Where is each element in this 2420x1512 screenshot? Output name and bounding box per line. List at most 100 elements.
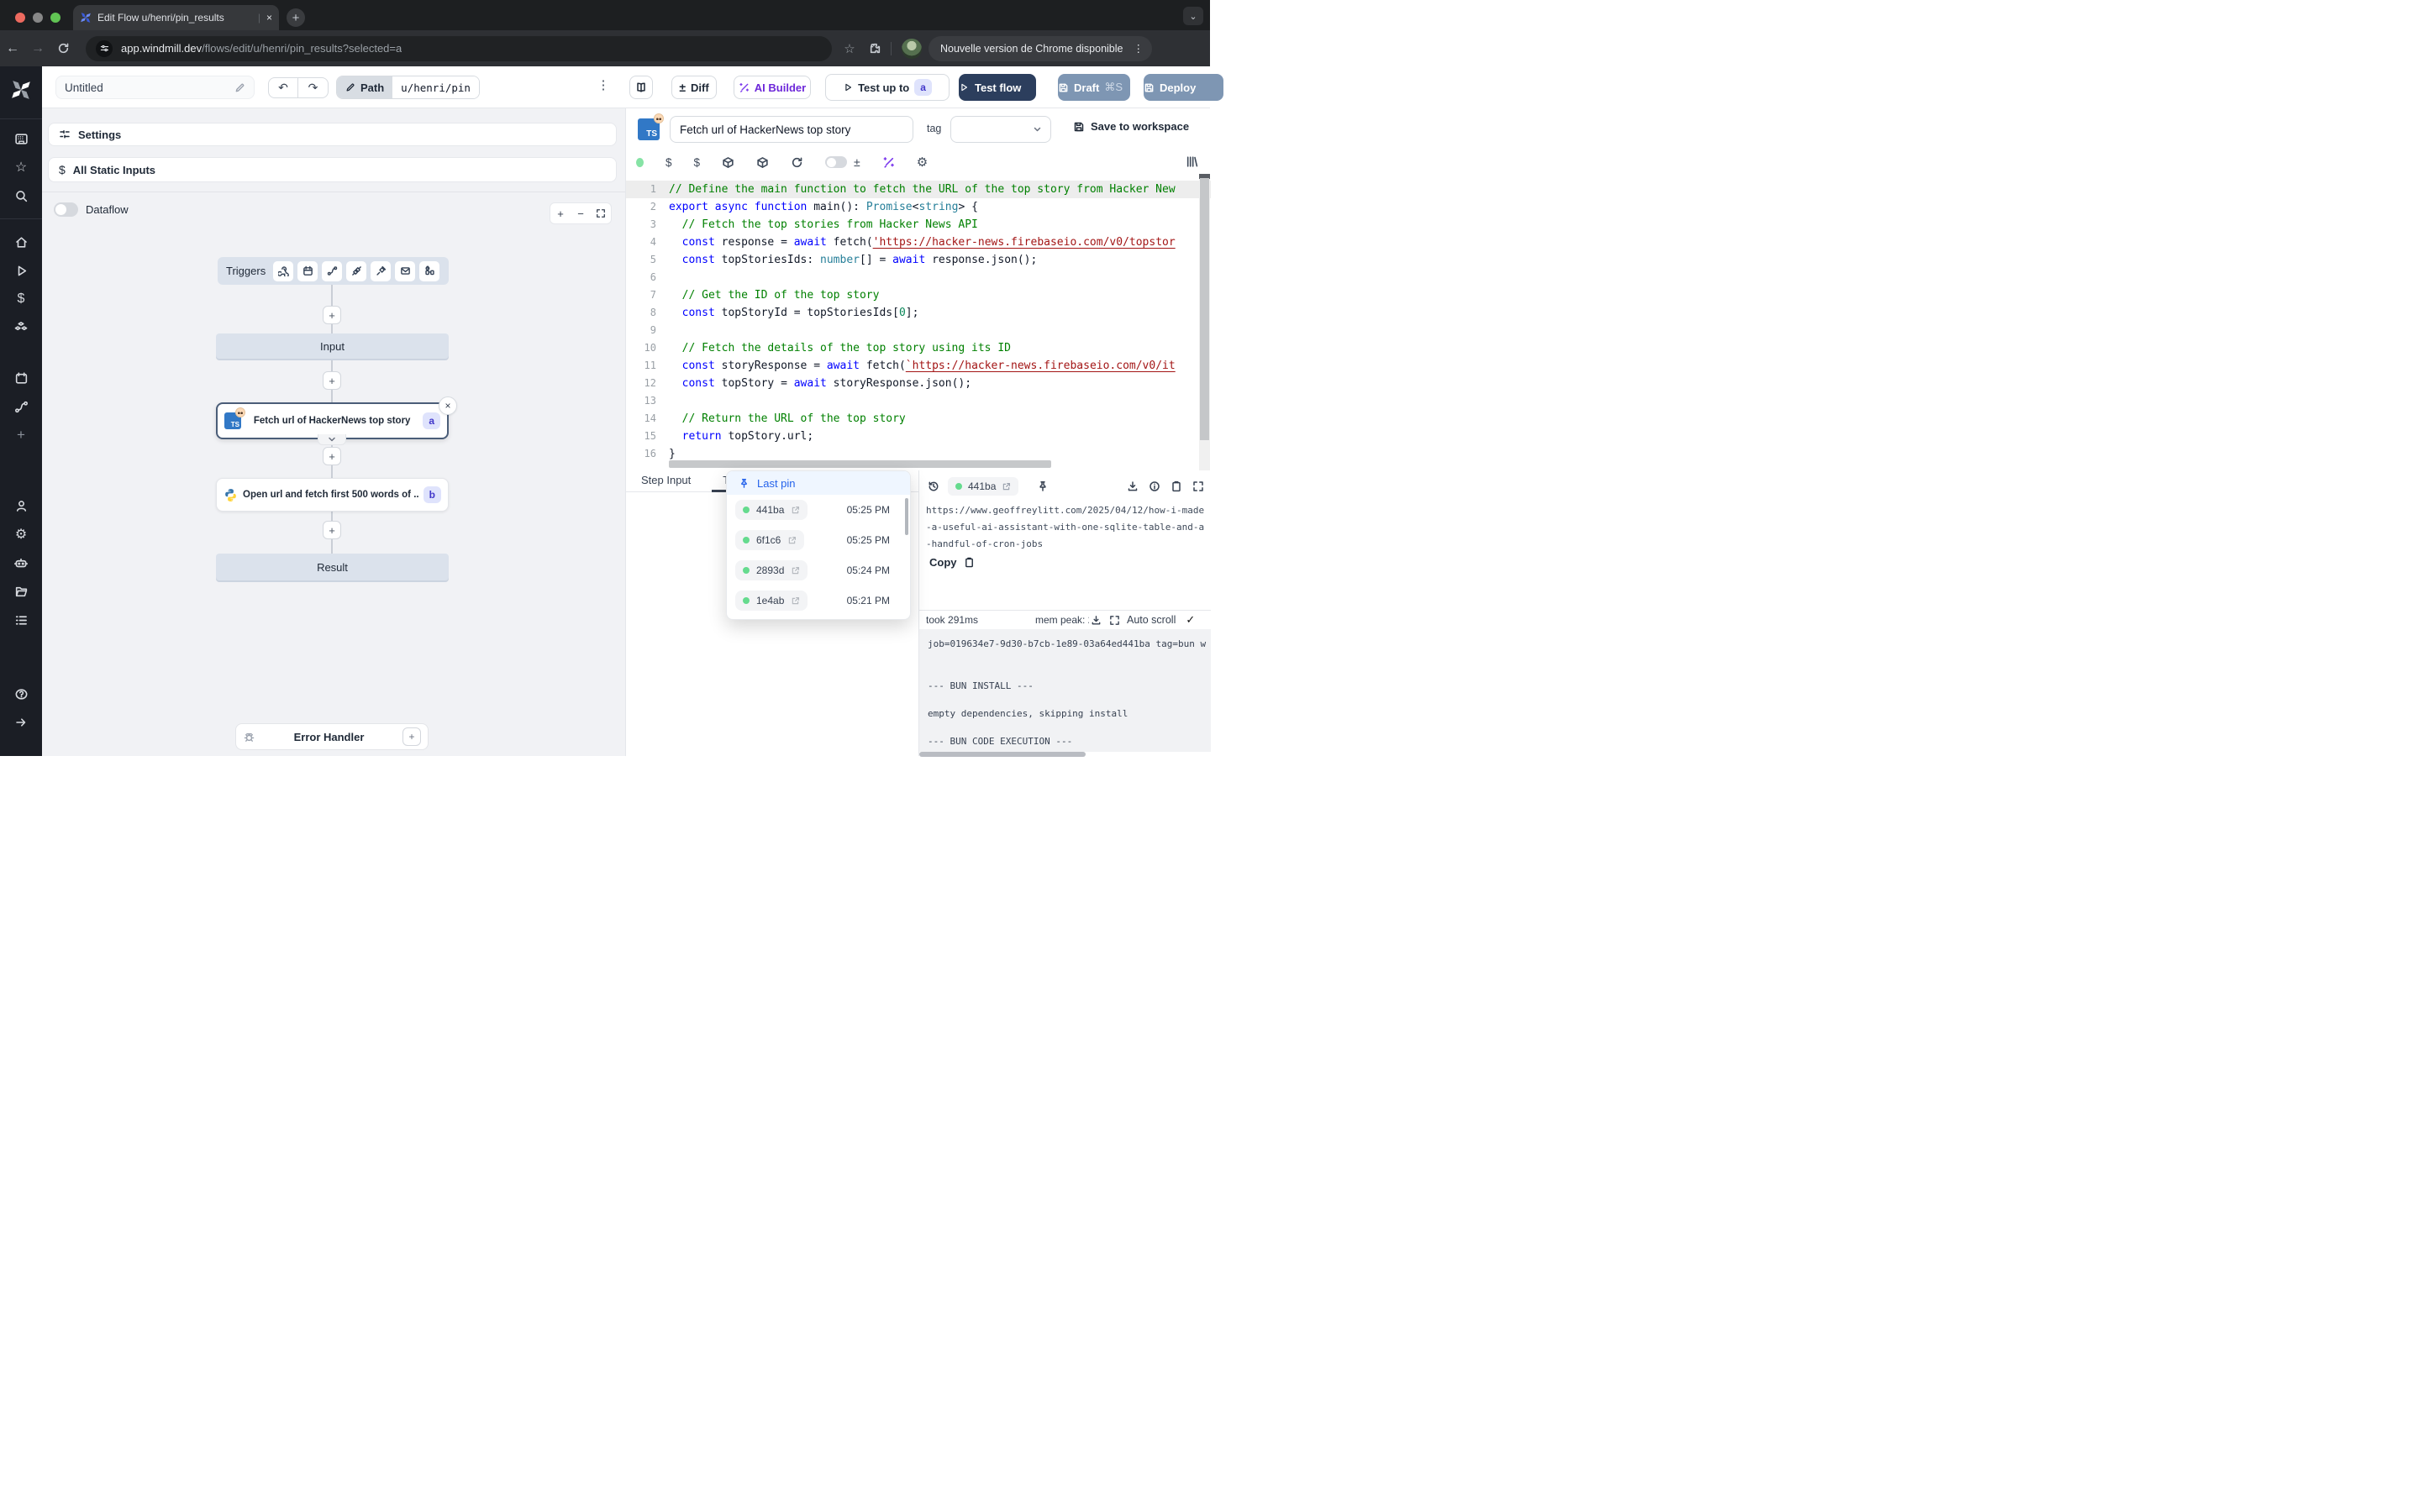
reload-icon[interactable] [50,42,76,55]
sidebar-item-workers[interactable] [0,549,42,577]
add-error-handler-button[interactable]: + [402,727,421,746]
last-pin-option[interactable]: Last pin [727,471,910,495]
expand-log-icon[interactable] [1109,615,1120,626]
step-a-expand-chevron-icon[interactable] [318,434,346,445]
step-title-input[interactable]: Fetch url of HackerNews top story [670,116,913,143]
path-control[interactable]: Path u/henri/pin [336,76,480,99]
new-tab-button[interactable]: + [287,8,305,27]
sidebar-item-folders[interactable] [0,577,42,606]
tab-close-icon[interactable]: × [266,12,272,24]
pin-history-item[interactable]: 2893d05:24 PM [727,555,910,585]
flow-settings-row[interactable]: Settings [48,123,617,146]
sidebar-item-user[interactable] [0,491,42,520]
trigger-plug-zap-icon[interactable] [371,261,391,281]
sidebar-item-home[interactable] [0,228,42,256]
code-editor[interactable]: 1// Define the main function to fetch th… [626,174,1211,470]
site-settings-icon[interactable] [96,40,113,57]
undo-button[interactable]: ↶ [269,78,298,97]
external-link-icon[interactable] [787,536,797,545]
result-url-value[interactable]: https://www.geoffreylitt.com/2025/04/12/… [926,502,1205,553]
deploy-button[interactable]: Deploy [1144,74,1223,101]
pin-history-item[interactable]: 441ba05:25 PM [727,495,910,525]
download-log-icon[interactable] [1091,615,1102,626]
test-flow-button[interactable]: Test flow [959,74,1036,101]
tag-select[interactable] [950,116,1051,143]
back-icon[interactable]: ← [0,41,25,56]
ai-assistant-wand-icon[interactable] [882,156,895,169]
copy-result-button[interactable]: Copy [929,556,975,569]
external-link-icon[interactable] [791,506,800,515]
fit-view-button[interactable] [591,208,611,218]
result-node[interactable]: Result [216,554,449,580]
add-step-button[interactable]: + [323,447,341,465]
sidebar-item-search[interactable] [0,181,42,210]
profile-avatar[interactable] [902,39,922,59]
traffic-light-minimize[interactable] [33,13,43,23]
chrome-update-button[interactable]: Nouvelle version de Chrome disponible ⋮ [929,36,1152,61]
ai-builder-button[interactable]: AI Builder [734,76,811,99]
external-link-icon[interactable] [791,566,800,575]
auto-scroll-check-icon[interactable]: ✓ [1186,613,1195,627]
sidebar-item-favorites[interactable]: ☆ [0,153,42,181]
code-line[interactable]: 14 // Return the URL of the top story [626,410,1211,428]
run-id-pill[interactable]: 441ba [948,477,1018,496]
more-options-kebab-icon[interactable]: ⋮ [595,77,612,92]
chrome-menu-kebab-icon[interactable]: ⋮ [1129,42,1147,55]
editor-vertical-scrollbar[interactable] [1199,174,1210,470]
step-b-node[interactable]: Open url and fetch first 500 words of ..… [216,478,449,512]
forward-icon[interactable]: → [25,41,50,56]
sidebar-item-runs[interactable] [0,256,42,285]
sidebar-item-variables[interactable]: $ [0,285,42,313]
docs-book-button[interactable] [629,76,653,99]
expand-icon[interactable] [1192,480,1204,492]
flow-name-input[interactable]: Untitled [55,76,255,99]
resources-dollar-icon[interactable]: $ [694,156,701,169]
sidebar-item-apps[interactable] [0,124,42,153]
log-horizontal-scrollbar[interactable] [919,752,1086,757]
scrollbar-thumb[interactable] [1200,178,1209,440]
extensions-icon[interactable] [862,42,887,55]
pin-icon[interactable] [1037,480,1049,492]
remove-step-button[interactable]: × [439,396,457,415]
traffic-light-close[interactable] [15,13,25,23]
trigger-poll-watch-icon[interactable] [419,261,439,281]
sidebar-item-routes[interactable] [0,392,42,421]
trigger-schedule-icon[interactable] [297,261,318,281]
trigger-unplug-icon[interactable] [346,261,366,281]
code-line[interactable]: 15 return topStory.url; [626,428,1211,445]
trigger-route-icon[interactable] [322,261,342,281]
code-line[interactable]: 9 [626,322,1211,339]
pin-history-item[interactable]: 1e4ab05:21 PM [727,585,910,616]
dropdown-scrollbar[interactable] [905,498,908,535]
sidebar-item-help[interactable] [0,680,42,708]
info-icon[interactable] [1149,480,1160,492]
clipboard-icon[interactable] [1171,480,1182,492]
add-step-button[interactable]: + [323,521,341,539]
zoom-out-button[interactable]: − [571,207,591,220]
add-step-button[interactable]: + [323,306,341,324]
code-line[interactable]: 6 [626,269,1211,286]
sidebar-item-add[interactable]: + [0,421,42,449]
variables-dollar-icon[interactable]: $ [666,156,672,169]
code-line[interactable]: 3 // Fetch the top stories from Hacker N… [626,216,1211,234]
pin-history-item[interactable]: 6f1c605:25 PM [727,525,910,555]
all-static-inputs-row[interactable]: $ All Static Inputs [48,157,617,182]
external-link-icon[interactable] [1002,482,1011,491]
triggers-node[interactable]: Triggers [218,257,449,285]
package-lock-icon[interactable] [756,156,769,169]
draft-button[interactable]: Draft ⌘S [1058,74,1130,101]
code-line[interactable]: 5 const topStoriesIds: number[] = await … [626,251,1211,269]
sidebar-item-audit-logs[interactable] [0,606,42,634]
external-link-icon[interactable] [791,596,800,606]
history-icon[interactable] [928,480,939,492]
zoom-in-button[interactable]: + [550,207,571,220]
windmill-logo[interactable] [0,66,42,113]
code-line[interactable]: 2export async function main(): Promise<s… [626,198,1211,216]
trigger-email-icon[interactable] [395,261,415,281]
redo-button[interactable]: ↷ [298,78,328,97]
diff-button[interactable]: ± Diff [671,76,717,99]
sidebar-item-settings[interactable]: ⚙ [0,520,42,549]
sidebar-item-resources[interactable] [0,313,42,342]
editor-settings-gear-icon[interactable]: ⚙ [917,155,928,170]
dataflow-toggle[interactable] [54,202,78,217]
